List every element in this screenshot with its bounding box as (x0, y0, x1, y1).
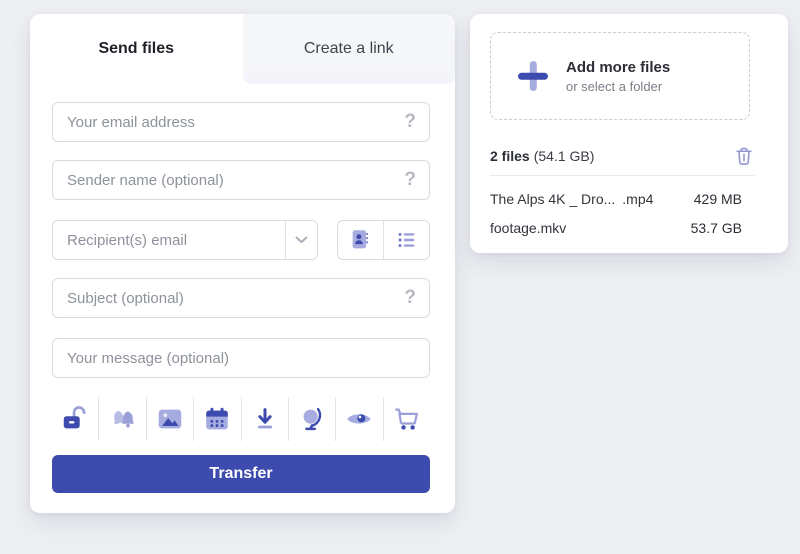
tab-bar: Send files Create a link (30, 14, 455, 89)
files-count: 2 files (490, 148, 530, 164)
expiration-option-button[interactable] (193, 397, 240, 441)
bells-icon (108, 404, 138, 434)
email-row: ? (52, 102, 430, 142)
calendar-icon (202, 404, 232, 434)
file-size: 53.7 GB (691, 220, 742, 236)
recipient-dropdown-toggle[interactable] (285, 221, 317, 259)
trash-icon (733, 145, 755, 167)
transfer-button[interactable]: Transfer (52, 455, 430, 493)
address-book-button[interactable] (338, 221, 383, 259)
image-icon (155, 404, 185, 434)
unlock-icon (60, 404, 90, 434)
files-divider (490, 175, 755, 176)
file-name: footage.mkv (490, 220, 566, 236)
file-list-item: The Alps 4K _ Dro... .mp4 429 MB (490, 186, 742, 212)
recipient-list-button[interactable] (383, 221, 429, 259)
password-option-button[interactable] (52, 397, 98, 441)
sender-name-row: ? (52, 160, 430, 200)
subject-row: ? (52, 278, 430, 318)
tab-create-a-link[interactable]: Create a link (243, 14, 456, 84)
pay-option-button[interactable] (383, 397, 430, 441)
files-summary: 2 files (54.1 GB) (490, 144, 755, 168)
plus-icon (513, 56, 553, 96)
sender-name-field[interactable] (52, 160, 430, 200)
notifications-option-button[interactable] (98, 397, 145, 441)
select-folder-subtitle: or select a folder (566, 79, 670, 94)
globe-icon (297, 404, 327, 434)
options-toolbar (52, 397, 430, 441)
help-icon[interactable]: ? (404, 287, 416, 309)
files-panel: Add more files or select a folder 2 file… (470, 14, 788, 253)
delete-all-files-button[interactable] (733, 145, 755, 167)
bullet-list-icon (394, 227, 420, 253)
preview-option-button[interactable] (335, 397, 382, 441)
eye-icon (344, 404, 374, 434)
file-name: The Alps 4K _ Dro... (490, 191, 615, 207)
chevron-down-icon (295, 236, 308, 244)
recipient-email-field[interactable] (53, 221, 285, 259)
recipient-select (52, 220, 318, 260)
gallery-option-button[interactable] (146, 397, 193, 441)
language-option-button[interactable] (288, 397, 335, 441)
download-icon (250, 404, 280, 434)
file-size: 429 MB (694, 191, 742, 207)
file-extension: .mp4 (622, 191, 653, 207)
add-more-files-text: Add more files or select a folder (566, 59, 670, 94)
tab-send-files-label: Send files (98, 40, 174, 58)
add-more-files-title: Add more files (566, 59, 670, 76)
shopping-cart-icon (392, 404, 422, 434)
add-more-files-button[interactable]: Add more files or select a folder (490, 32, 750, 120)
help-icon[interactable]: ? (404, 111, 416, 133)
address-book-icon (348, 227, 374, 253)
email-field[interactable] (52, 102, 430, 142)
recipient-tools (337, 220, 430, 260)
message-row (52, 338, 430, 378)
download-limit-option-button[interactable] (241, 397, 288, 441)
message-field[interactable] (52, 338, 430, 378)
help-icon[interactable]: ? (404, 169, 416, 191)
files-total-size: (54.1 GB) (534, 148, 595, 164)
send-files-card: Send files Create a link ? ? (30, 14, 455, 513)
file-list-item: footage.mkv 53.7 GB (490, 215, 742, 241)
tab-create-a-link-label: Create a link (304, 40, 394, 58)
tab-send-files[interactable]: Send files (30, 14, 243, 84)
subject-field[interactable] (52, 278, 430, 318)
